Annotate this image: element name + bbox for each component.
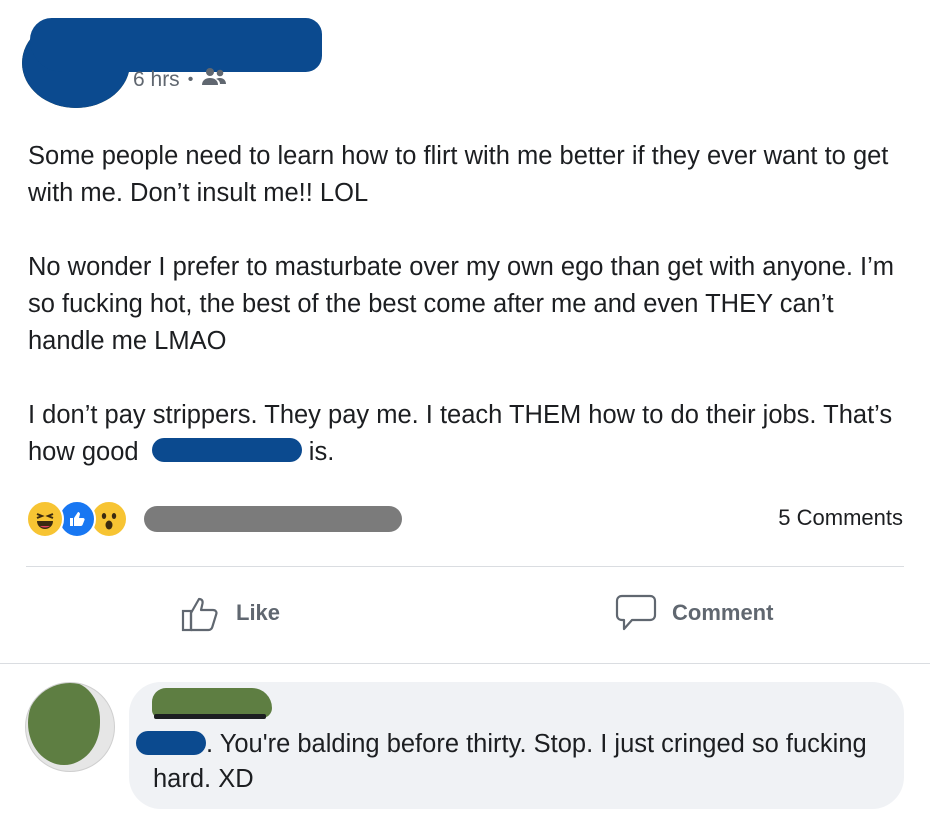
comment-mention-redaction — [136, 731, 206, 755]
friends-icon[interactable] — [201, 67, 227, 93]
meta-separator: • — [187, 71, 194, 88]
like-button-label: Like — [236, 600, 281, 625]
comments-count[interactable]: 5 Comments — [778, 505, 903, 531]
post-body: Some people need to learn how to flirt w… — [28, 138, 908, 471]
comments-divider — [0, 663, 930, 664]
post-paragraph-2: No wonder I prefer to masturbate over my… — [28, 253, 895, 355]
comment-icon — [615, 594, 657, 631]
reactions-summary[interactable] — [26, 500, 402, 538]
name-redaction — [151, 438, 302, 462]
commenter-avatar[interactable] — [25, 682, 115, 772]
reactors-name-redaction — [144, 506, 402, 532]
like-button[interactable]: Like — [180, 592, 280, 634]
post-paragraph-3: I don’t pay strippers. They pay me. I te… — [28, 397, 908, 471]
post-timestamp[interactable]: 6 hrs — [133, 68, 180, 92]
thumbs-up-icon — [181, 597, 218, 632]
post-meta: 6 hrs • — [133, 67, 227, 93]
commenter-name-redaction-underline — [154, 714, 266, 719]
post-paragraph-1: Some people need to learn how to flirt w… — [28, 142, 889, 207]
haha-reaction-icon — [26, 500, 64, 538]
author-name-redaction — [30, 18, 322, 72]
comment-button[interactable]: Comment — [614, 592, 773, 634]
comment-body: . You're balding before thirty. Stop. I … — [153, 730, 867, 793]
comment-button-label: Comment — [672, 600, 774, 625]
comment-text: . You're balding before thirty. Stop. I … — [136, 727, 883, 797]
commenter-avatar-redaction — [28, 683, 100, 765]
reactions-divider — [26, 566, 904, 567]
post-paragraph-3-end: is. — [301, 438, 335, 466]
